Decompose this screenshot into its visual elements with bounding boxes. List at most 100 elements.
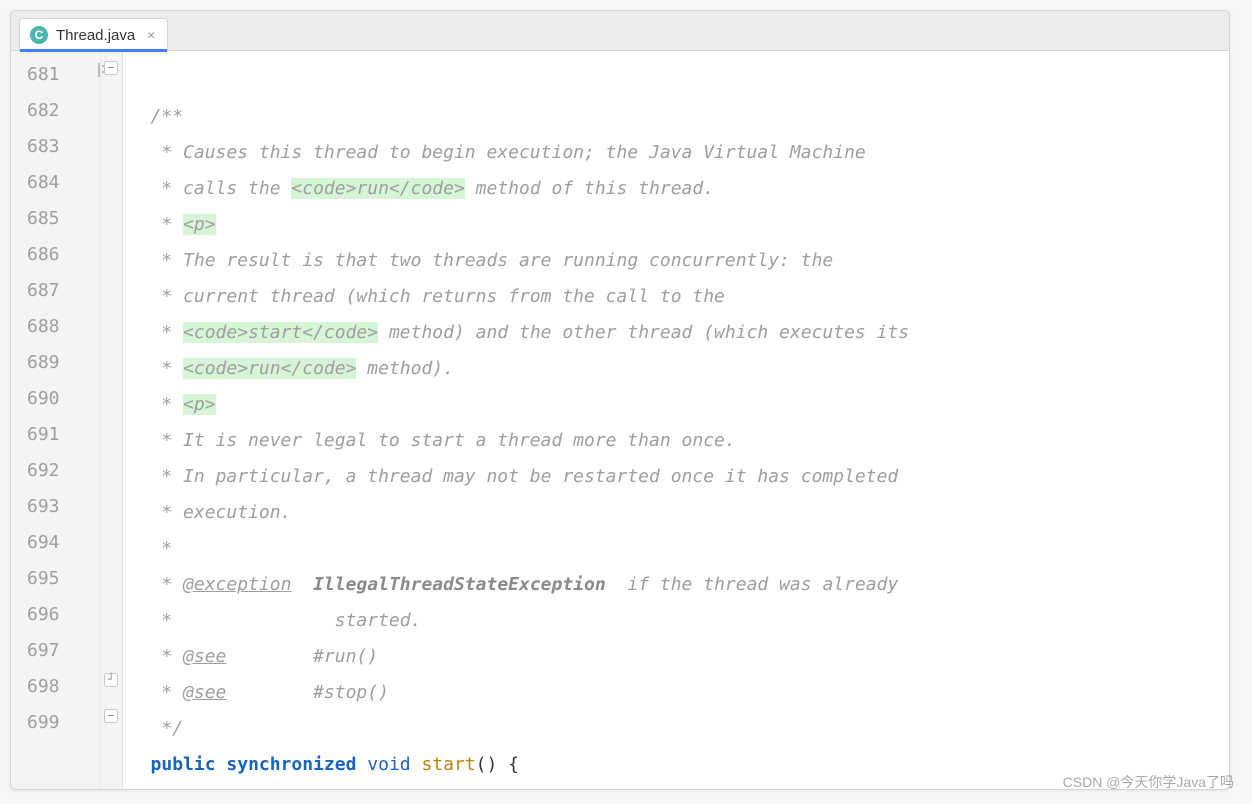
code-token: </code> <box>302 322 378 343</box>
code-line[interactable]: * @exception IllegalThreadStateException… <box>151 567 1229 603</box>
gutter-marker <box>70 267 100 303</box>
code-token: run <box>248 358 281 379</box>
gutter-marker <box>70 663 100 699</box>
fold-cell <box>101 447 122 483</box>
code-token: * <box>151 322 184 343</box>
fold-cell <box>101 339 122 375</box>
gutter-marker <box>70 195 100 231</box>
tab-bar: C Thread.java ✕ <box>11 11 1229 51</box>
gutter-marker <box>70 231 100 267</box>
line-number: 683 <box>27 129 60 165</box>
code-token: * Causes this thread to begin execution;… <box>151 142 866 163</box>
fold-column: − ┘ − <box>100 51 122 789</box>
fold-cell <box>101 195 122 231</box>
line-number: 687 <box>27 273 60 309</box>
code-token: </code> <box>389 178 465 199</box>
code-token: * The result is that two threads are run… <box>151 250 834 271</box>
code-token: method of this thread. <box>465 178 714 199</box>
close-icon[interactable]: ✕ <box>147 28 155 43</box>
line-number: 691 <box>27 417 60 453</box>
code-line[interactable]: * execution. <box>151 495 1229 531</box>
code-token: start <box>421 754 475 775</box>
code-line[interactable]: */ <box>151 711 1229 747</box>
code-token: <p> <box>183 394 216 415</box>
code-token: @see <box>183 682 226 703</box>
fold-cell <box>101 375 122 411</box>
code-token: * <box>151 682 184 703</box>
code-token: if the thread was already <box>606 574 899 595</box>
fold-toggle-icon[interactable]: − <box>104 709 118 723</box>
fold-cell: ┘ <box>101 663 122 699</box>
editor-body: 6816826836846856866876886896906916926936… <box>11 51 1229 789</box>
code-token: * calls the <box>151 178 292 199</box>
code-token: * In particular, a thread may not be res… <box>151 466 899 487</box>
editor-tab[interactable]: C Thread.java ✕ <box>19 18 168 51</box>
gutter-marker <box>70 87 100 123</box>
code-line[interactable]: * <code>run</code> method). <box>151 351 1229 387</box>
active-tab-indicator <box>20 49 167 52</box>
code-token: start <box>248 322 302 343</box>
line-number: 694 <box>27 525 60 561</box>
code-token: () { <box>476 754 519 775</box>
fold-cell <box>101 411 122 447</box>
code-line[interactable]: * In particular, a thread may not be res… <box>151 459 1229 495</box>
fold-cell: − <box>101 699 122 735</box>
line-number: 693 <box>27 489 60 525</box>
code-token: @exception <box>183 574 291 595</box>
code-line[interactable]: * The result is that two threads are run… <box>151 243 1229 279</box>
code-line[interactable]: * It is never legal to start a thread mo… <box>151 423 1229 459</box>
code-line[interactable]: * Causes this thread to begin execution;… <box>151 135 1229 171</box>
code-line[interactable]: * calls the <code>run</code> method of t… <box>151 171 1229 207</box>
gutter: 6816826836846856866876886896906916926936… <box>11 51 123 789</box>
code-token: @see <box>183 646 226 667</box>
code-token: * <box>151 358 184 379</box>
fold-cell <box>101 231 122 267</box>
code-token <box>411 754 422 775</box>
fold-cell <box>101 267 122 303</box>
code-token: * current thread (which returns from the… <box>151 286 725 307</box>
code-token <box>216 754 227 775</box>
gutter-marker <box>70 447 100 483</box>
line-numbers: 6816826836846856866876886896906916926936… <box>11 51 70 789</box>
code-token: #run() <box>226 646 378 667</box>
line-number: 699 <box>27 705 60 741</box>
code-area[interactable]: /** * Causes this thread to begin execut… <box>123 51 1229 789</box>
code-token: * <box>151 394 184 415</box>
line-number: 686 <box>27 237 60 273</box>
code-token: * <box>151 538 173 559</box>
gutter-marker <box>70 411 100 447</box>
code-token: */ <box>151 718 184 739</box>
code-token: * <box>151 574 184 595</box>
code-token: <p> <box>183 214 216 235</box>
fold-cell <box>101 87 122 123</box>
line-number: 698 <box>27 669 60 705</box>
code-line[interactable]: * <box>151 531 1229 567</box>
gutter-marker <box>70 159 100 195</box>
code-line[interactable]: * <p> <box>151 387 1229 423</box>
line-number: 681 <box>27 57 60 93</box>
code-line[interactable]: * started. <box>151 603 1229 639</box>
code-line[interactable]: * current thread (which returns from the… <box>151 279 1229 315</box>
code-token: <code> <box>183 358 248 379</box>
code-token: #stop() <box>226 682 389 703</box>
line-number: 682 <box>27 93 60 129</box>
fold-toggle-icon[interactable]: − <box>104 61 118 75</box>
fold-cell <box>101 159 122 195</box>
line-number: 695 <box>27 561 60 597</box>
code-line[interactable]: * @see #run() <box>151 639 1229 675</box>
line-number: 688 <box>27 309 60 345</box>
fold-end-icon[interactable]: ┘ <box>104 673 118 687</box>
code-line[interactable]: * <p> <box>151 207 1229 243</box>
watermark: CSDN @今天你学Java了吗 <box>1063 772 1234 792</box>
code-line[interactable]: * @see #stop() <box>151 675 1229 711</box>
fold-cell: − <box>101 51 122 87</box>
code-token: <code> <box>183 322 248 343</box>
fold-cell <box>101 483 122 519</box>
fold-cell <box>101 519 122 555</box>
code-token: /** <box>151 106 184 127</box>
code-token: run <box>356 178 389 199</box>
code-line[interactable]: * <code>start</code> method) and the oth… <box>151 315 1229 351</box>
code-line[interactable]: /** <box>151 99 1229 135</box>
structure-icon[interactable] <box>98 63 100 77</box>
code-token: * <box>151 214 184 235</box>
